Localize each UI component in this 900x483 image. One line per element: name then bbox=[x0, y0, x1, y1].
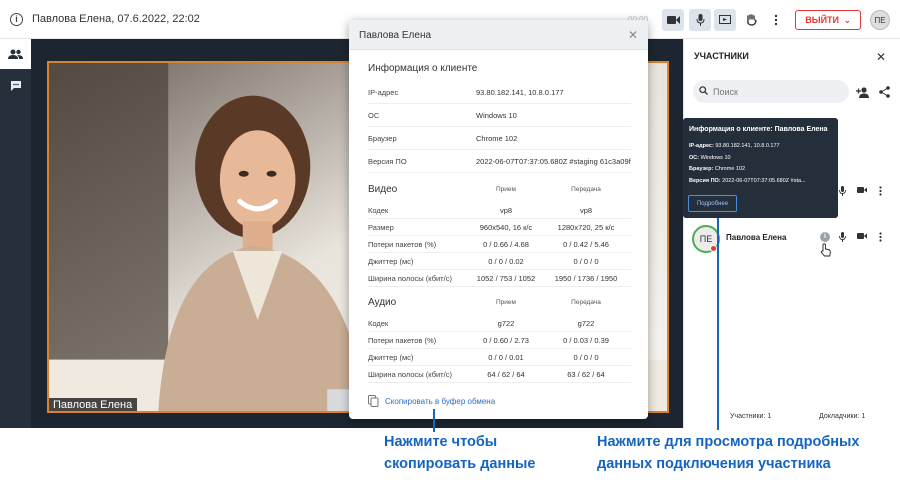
audio-row: Ширина полосы (кбит/с) 64 / 62 / 64 63 / 6… bbox=[368, 366, 631, 383]
share-icon bbox=[879, 86, 890, 98]
add-user-icon bbox=[856, 87, 869, 98]
video-name-label: Павлова Елена bbox=[49, 398, 138, 411]
raise-hand-icon bbox=[746, 14, 757, 26]
exit-button[interactable]: ВЫЙТИ ⌄ bbox=[795, 10, 861, 30]
camera-icon[interactable] bbox=[857, 232, 867, 240]
col-receive: Прием bbox=[495, 299, 516, 306]
side-rail bbox=[0, 39, 31, 428]
more-vert-icon bbox=[774, 14, 778, 26]
participants-icon bbox=[8, 49, 23, 59]
video-row: Потери пакетов (%) 0 / 0.66 / 4.68 0 / 0.4… bbox=[368, 236, 631, 253]
annotation-details: Нажмите для просмотра подробных данных п… bbox=[597, 434, 860, 472]
copy-label: Скопировать в буфер обмена bbox=[385, 396, 496, 406]
close-icon[interactable]: ✕ bbox=[876, 50, 886, 64]
camera-icon bbox=[666, 16, 680, 24]
close-icon[interactable]: ✕ bbox=[628, 28, 638, 42]
more-button[interactable] bbox=[765, 9, 787, 31]
details-button[interactable]: Подробнее bbox=[688, 195, 737, 212]
chat-icon bbox=[10, 81, 21, 91]
audio-row: Кодек g722 g722 bbox=[368, 315, 631, 332]
conference-title: Павлова Елена, 07.6.2022, 22:02 bbox=[32, 13, 200, 25]
copy-to-clipboard-link[interactable]: Скопировать в буфер обмена bbox=[368, 395, 495, 407]
audio-section-title: Аудио bbox=[368, 297, 397, 308]
col-send: Передача bbox=[571, 299, 601, 306]
client-row: Браузер Chrome 102 bbox=[368, 127, 631, 150]
audio-row: Джиттер (мс) 0 / 0 / 0.01 0 / 0 / 0 bbox=[368, 349, 631, 366]
screen-share-icon bbox=[719, 15, 731, 24]
raise-hand-button[interactable] bbox=[740, 9, 762, 31]
video-row: Джиттер (мс) 0 / 0 / 0.02 0 / 0 / 0 bbox=[368, 253, 631, 270]
exit-label: ВЫЙТИ bbox=[805, 15, 840, 25]
chevron-down-icon: ⌄ bbox=[844, 15, 851, 25]
more-vert-icon[interactable] bbox=[879, 232, 882, 242]
video-section-title: Видео bbox=[368, 184, 398, 195]
copy-icon bbox=[368, 395, 379, 407]
search-icon bbox=[699, 86, 708, 95]
audio-row: Потери пакетов (%) 0 / 0.60 / 2.73 0 / 0.0… bbox=[368, 332, 631, 349]
client-row: ОС Windows 10 bbox=[368, 104, 631, 127]
annotation-copy: Нажмите чтобы скопировать данные bbox=[384, 434, 536, 472]
more-vert-icon[interactable] bbox=[879, 186, 882, 196]
annotation-line-details bbox=[717, 218, 719, 430]
search-input[interactable] bbox=[693, 80, 849, 103]
tooltip-title: Информация о клиенте: Павлова Елена bbox=[689, 126, 828, 133]
info-icon[interactable]: i bbox=[10, 13, 23, 26]
client-info-tooltip: Информация о клиенте: Павлова Елена IP-а… bbox=[683, 118, 838, 218]
chat-tab[interactable] bbox=[0, 71, 31, 101]
tooltip-line: IP-адрес: 93.80.182.141, 10.8.0.177 bbox=[689, 143, 780, 149]
video-row: Размер 960x540, 16 к/с 1280x720, 25 к/с bbox=[368, 219, 631, 236]
participants-tab[interactable] bbox=[0, 39, 31, 69]
info-icon[interactable]: i bbox=[820, 232, 830, 242]
camera-icon[interactable] bbox=[857, 186, 867, 194]
annotation-line-copy bbox=[433, 409, 435, 432]
mic-icon bbox=[696, 14, 704, 26]
participants-count: Участники: 1 bbox=[730, 413, 772, 420]
modal-header: Павлова Елена ✕ bbox=[349, 20, 648, 50]
hand-cursor-icon bbox=[820, 243, 831, 257]
client-row: Версия ПО 2022-06-07T07:37:05.680Z #stagi… bbox=[368, 150, 631, 173]
participants-panel: УЧАСТНИКИ ✕ ПЕ Павлова Елена i Уча bbox=[683, 39, 900, 428]
tooltip-line: Браузер: Chrome 102 bbox=[689, 166, 746, 172]
col-send: Передача bbox=[571, 186, 601, 193]
mic-icon[interactable] bbox=[839, 232, 846, 242]
camera-button[interactable] bbox=[662, 9, 684, 31]
speakers-count: Докладчики: 1 bbox=[819, 413, 866, 420]
client-info-modal: Павлова Елена ✕ Информация о клиенте IP-… bbox=[349, 20, 648, 419]
panel-title: УЧАСТНИКИ bbox=[694, 51, 749, 61]
tooltip-line: Версия ПО: 2022-06-07T07:37:05.680Z #sta… bbox=[689, 178, 806, 184]
mic-button[interactable] bbox=[689, 9, 711, 31]
app-root: i Павлова Елена, 07.6.2022, 22:02 00:00 … bbox=[0, 0, 900, 483]
client-section-title: Информация о клиенте bbox=[368, 63, 478, 74]
tooltip-line: ОС: Windows 10 bbox=[689, 155, 731, 161]
status-dot bbox=[710, 245, 717, 252]
add-user-button[interactable] bbox=[856, 85, 870, 103]
modal-title: Павлова Елена bbox=[359, 30, 432, 41]
screen-share-button[interactable] bbox=[714, 9, 736, 31]
share-button[interactable] bbox=[879, 85, 890, 103]
user-avatar[interactable]: ПЕ bbox=[870, 10, 890, 30]
video-row: Кодек vp8 vp8 bbox=[368, 202, 631, 219]
client-row: IP-адрес 93.80.182.141, 10.8.0.177 bbox=[368, 81, 631, 104]
video-row: Ширина полосы (кбит/с) 1052 / 753 / 1052 1… bbox=[368, 270, 631, 287]
participant-name: Павлова Елена bbox=[726, 233, 787, 242]
col-receive: Прием bbox=[495, 186, 516, 193]
mic-icon[interactable] bbox=[839, 186, 846, 196]
